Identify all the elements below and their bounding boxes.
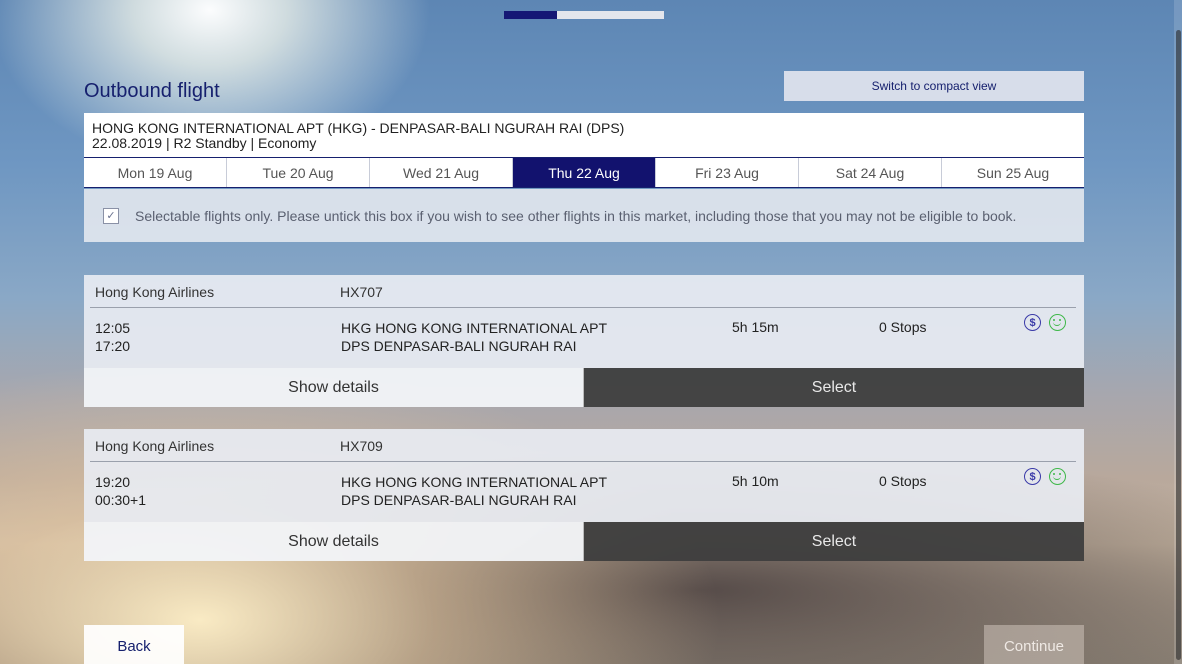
continue-button[interactable]: Continue xyxy=(984,625,1084,664)
date-tab-wed-21[interactable]: Wed 21 Aug xyxy=(370,158,513,187)
scrollbar-thumb[interactable] xyxy=(1176,30,1181,660)
arrival-airport: DPS DENPASAR-BALI NGURAH RAI xyxy=(341,338,577,354)
route-airports: HONG KONG INTERNATIONAL APT (HKG) - DENP… xyxy=(92,120,625,136)
route-summary: HONG KONG INTERNATIONAL APT (HKG) - DENP… xyxy=(84,113,1084,158)
date-tab-sat-24[interactable]: Sat 24 Aug xyxy=(799,158,942,187)
flight-duration: 5h 15m xyxy=(732,319,779,335)
date-selector: Mon 19 Aug Tue 20 Aug Wed 21 Aug Thu 22 … xyxy=(84,157,1084,188)
date-tab-fri-23[interactable]: Fri 23 Aug xyxy=(656,158,799,187)
flight-stops: 0 Stops xyxy=(879,319,927,335)
flight-duration: 5h 10m xyxy=(732,473,779,489)
back-button[interactable]: Back xyxy=(84,625,184,664)
date-tab-mon-19[interactable]: Mon 19 Aug xyxy=(84,158,227,187)
flight-icons: $ xyxy=(1024,314,1066,331)
arrival-time: 17:20 xyxy=(95,338,131,354)
select-flight-button[interactable]: Select xyxy=(584,522,1084,561)
page-title: Outbound flight xyxy=(84,80,220,102)
flight-info: Hong Kong Airlines HX707 12:05 17:20 HKG… xyxy=(84,275,1084,368)
arrival-airport: DPS DENPASAR-BALI NGURAH RAI xyxy=(341,492,577,508)
flight-times: 19:20 00:30+1 xyxy=(95,473,146,509)
flight-airports: HKG HONG KONG INTERNATIONAL APT DPS DENP… xyxy=(341,319,607,355)
departure-time: 12:05 xyxy=(95,320,131,336)
selectable-only-checkbox[interactable]: ✓ xyxy=(103,207,119,224)
show-details-button[interactable]: Show details xyxy=(84,368,584,407)
flight-stops: 0 Stops xyxy=(879,473,927,489)
flight-card: Hong Kong Airlines HX707 12:05 17:20 HKG… xyxy=(84,275,1084,407)
flight-actions: Show details Select xyxy=(84,522,1084,561)
date-tab-tue-20[interactable]: Tue 20 Aug xyxy=(227,158,370,187)
filter-label: Selectable flights only. Please untick t… xyxy=(135,207,1017,224)
select-flight-button[interactable]: Select xyxy=(584,368,1084,407)
flight-number: HX707 xyxy=(340,284,383,300)
flight-number: HX709 xyxy=(340,438,383,454)
dollar-icon[interactable]: $ xyxy=(1024,468,1041,485)
flight-times: 12:05 17:20 xyxy=(95,319,130,355)
date-tab-sun-25[interactable]: Sun 25 Aug xyxy=(942,158,1084,187)
smile-icon[interactable] xyxy=(1049,314,1066,331)
progress-bar xyxy=(504,11,664,19)
date-tab-thu-22[interactable]: Thu 22 Aug xyxy=(513,158,656,187)
departure-airport: HKG HONG KONG INTERNATIONAL APT xyxy=(341,320,608,336)
selectable-filter: ✓ Selectable flights only. Please untick… xyxy=(84,189,1084,242)
departure-time: 19:20 xyxy=(95,474,131,490)
arrival-time: 00:30+1 xyxy=(95,492,146,508)
smile-icon[interactable] xyxy=(1049,468,1066,485)
scrollbar[interactable] xyxy=(1174,0,1182,664)
divider xyxy=(90,461,1076,462)
flight-card: Hong Kong Airlines HX709 19:20 00:30+1 H… xyxy=(84,429,1084,561)
dollar-icon[interactable]: $ xyxy=(1024,314,1041,331)
flight-icons: $ xyxy=(1024,468,1066,485)
flight-actions: Show details Select xyxy=(84,368,1084,407)
flight-info: Hong Kong Airlines HX709 19:20 00:30+1 H… xyxy=(84,429,1084,522)
flight-airports: HKG HONG KONG INTERNATIONAL APT DPS DENP… xyxy=(341,473,607,509)
compact-view-button[interactable]: Switch to compact view xyxy=(784,71,1084,101)
divider xyxy=(90,307,1076,308)
departure-airport: HKG HONG KONG INTERNATIONAL APT xyxy=(341,474,608,490)
check-icon: ✓ xyxy=(106,210,116,222)
progress-fill xyxy=(504,11,557,19)
route-date-class: 22.08.2019 | R2 Standby | Economy xyxy=(92,135,317,151)
show-details-button[interactable]: Show details xyxy=(84,522,584,561)
airline-name: Hong Kong Airlines xyxy=(95,284,215,300)
airline-name: Hong Kong Airlines xyxy=(95,438,215,454)
